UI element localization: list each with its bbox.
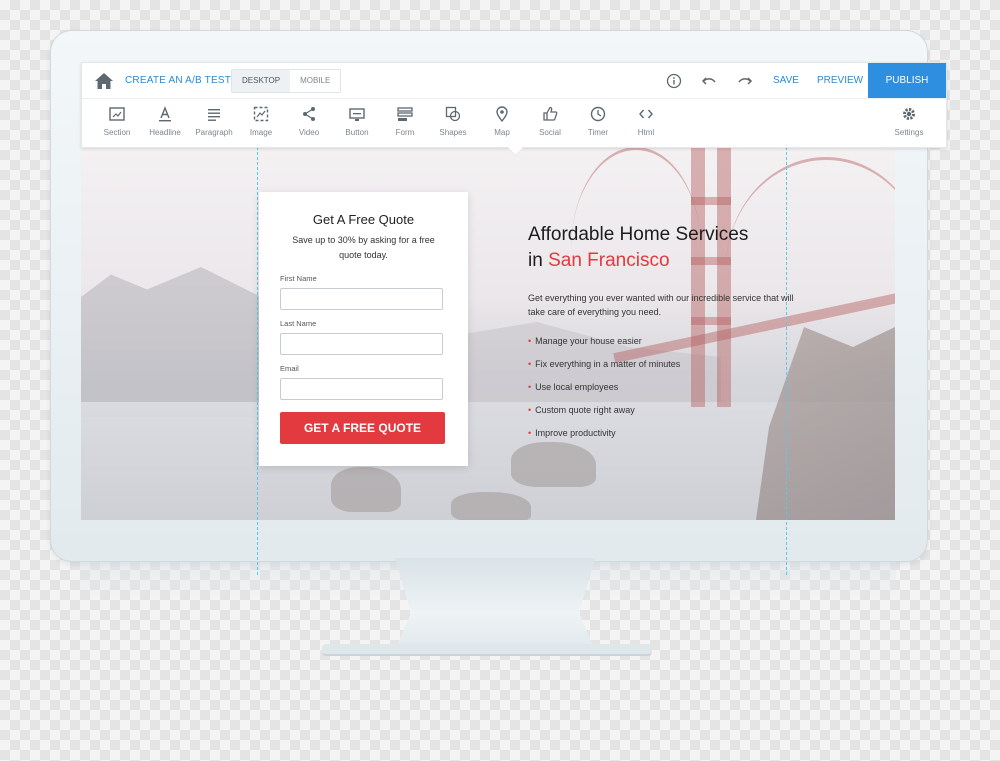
editor-topbar: CREATE AN A/B TEST DESKTOP MOBILE SAVE P…: [82, 63, 946, 99]
info-icon[interactable]: [666, 73, 682, 89]
share-icon: [303, 107, 315, 121]
form-icon: [397, 107, 413, 121]
tool-label: Section: [103, 128, 131, 137]
form-title: Get A Free Quote: [312, 212, 415, 227]
tool-label: Social: [539, 128, 561, 137]
section-icon: [109, 107, 125, 121]
first-name-field[interactable]: [280, 288, 443, 310]
list-item: • Custom quote right away: [528, 405, 635, 415]
tool-social[interactable]: Social: [526, 105, 574, 137]
clock-icon: [590, 106, 606, 122]
tool-label: Html: [637, 128, 655, 137]
list-item: • Use local employees: [528, 382, 619, 392]
tool-video[interactable]: Video: [285, 105, 333, 137]
email-field[interactable]: [280, 378, 443, 400]
tool-html[interactable]: Html: [622, 105, 670, 137]
hero-headline: Affordable Home Services in San Francisc…: [528, 222, 808, 274]
last-name-label: Last Name: [280, 319, 317, 328]
tool-label: Video: [298, 128, 320, 137]
tool-timer[interactable]: Timer: [574, 105, 622, 137]
hero-headline-line1: Affordable Home Services: [528, 224, 749, 245]
landing-page-canvas[interactable]: [81, 147, 895, 520]
element-toolbar: Section Headline Paragraph Image Video B…: [82, 99, 946, 147]
list-item: • Fix everything in a matter of minutes: [528, 359, 681, 369]
tool-section[interactable]: Section: [93, 105, 141, 137]
form-subtitle: Save up to 30% by asking for a free quot…: [292, 235, 435, 260]
paragraph-icon: [208, 109, 220, 121]
thumbs-up-icon: [543, 106, 558, 121]
layout-guide-right: [786, 147, 787, 575]
publish-button[interactable]: PUBLISH: [868, 63, 946, 98]
monitor-stand: [395, 558, 595, 650]
background-rock: [451, 492, 531, 520]
quote-form-card: Get A Free Quote Save up to 30% by askin…: [259, 192, 468, 466]
hero-headline-city: San Francisco: [548, 250, 670, 271]
mobile-view-tab[interactable]: MOBILE: [290, 70, 340, 92]
get-free-quote-button[interactable]: GET A FREE QUOTE: [280, 412, 445, 444]
tool-label: Button: [345, 128, 369, 137]
tool-label: Settings: [894, 128, 924, 137]
create-ab-test-link[interactable]: CREATE AN A/B TEST: [125, 75, 231, 86]
feature-list: • Manage your house easier • Fix everythin…: [528, 336, 680, 451]
tool-label: Headline: [149, 128, 181, 137]
hero-headline-in: in: [528, 250, 549, 271]
tool-label: Map: [494, 128, 510, 137]
gear-icon: [903, 108, 915, 120]
preview-button[interactable]: PREVIEW: [817, 75, 863, 86]
layout-guide-left: [257, 147, 258, 575]
view-mode-toggle: DESKTOP MOBILE: [231, 69, 342, 93]
tool-button[interactable]: Button: [333, 105, 381, 137]
shapes-icon: [445, 106, 461, 122]
tool-shapes[interactable]: Shapes: [429, 105, 477, 137]
hero-description: Get everything you ever wanted with our …: [528, 293, 794, 317]
editor-toolbar: CREATE AN A/B TEST DESKTOP MOBILE SAVE P…: [81, 62, 947, 148]
tool-map[interactable]: Map: [478, 105, 526, 137]
list-item: • Improve productivity: [528, 428, 616, 438]
map-pin-icon: [496, 106, 508, 123]
code-icon: [639, 109, 653, 119]
monitor-stand-base: [322, 644, 652, 656]
tool-label: Form: [395, 128, 415, 137]
email-label: Email: [280, 364, 299, 373]
tool-label: Paragraph: [195, 128, 233, 137]
undo-icon[interactable]: [701, 73, 717, 89]
desktop-view-tab[interactable]: DESKTOP: [232, 70, 291, 92]
headline-icon: [159, 106, 171, 122]
last-name-field[interactable]: [280, 333, 443, 355]
save-button[interactable]: SAVE: [773, 75, 799, 86]
tool-label: Timer: [587, 128, 609, 137]
tool-settings[interactable]: Settings: [885, 105, 933, 137]
tool-paragraph[interactable]: Paragraph: [190, 105, 238, 137]
tool-label: Image: [249, 128, 273, 137]
list-item: • Manage your house easier: [528, 336, 642, 346]
home-icon[interactable]: [94, 72, 114, 90]
redo-icon[interactable]: [737, 73, 753, 89]
tool-label: Shapes: [439, 128, 467, 137]
button-icon: [349, 108, 365, 121]
tool-image[interactable]: Image: [237, 105, 285, 137]
tool-headline[interactable]: Headline: [141, 105, 189, 137]
image-icon: [253, 106, 269, 122]
tool-form[interactable]: Form: [381, 105, 429, 137]
first-name-label: First Name: [280, 274, 317, 283]
background-rock: [331, 467, 401, 512]
